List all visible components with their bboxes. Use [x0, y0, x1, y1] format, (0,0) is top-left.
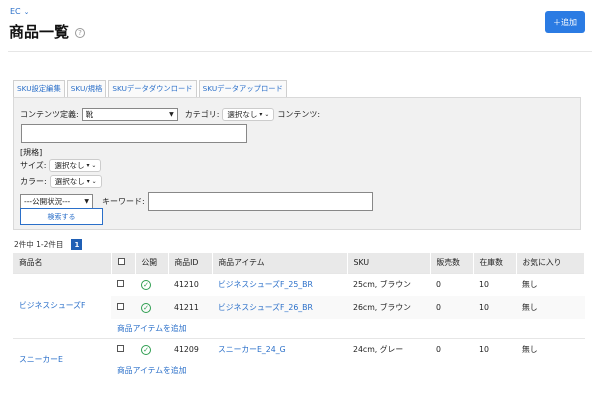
favorite-value: 無し [516, 272, 585, 296]
product-item-link[interactable]: ビジネスシューズF_26_BR [212, 296, 347, 319]
page-number-button[interactable]: 1 [71, 239, 83, 250]
product-id: 41209 [168, 337, 212, 361]
row-select-cell [111, 296, 135, 319]
add-item-link[interactable]: 商品アイテムを追加 [111, 361, 585, 380]
status-value: ---公開状況--- [24, 197, 71, 206]
sales-value: 0 [430, 272, 473, 296]
sku-value: 26cm, ブラウン [347, 296, 430, 319]
sales-value: 0 [430, 337, 473, 361]
status-select[interactable]: ---公開状況--- ▼ [20, 194, 93, 209]
public-cell: ✓ [135, 337, 168, 361]
stock-value: 10 [473, 272, 516, 296]
stock-value: 10 [473, 337, 516, 361]
tab-sku-upload[interactable]: SKUデータアップロード [198, 80, 287, 97]
row-checkbox[interactable] [117, 280, 124, 288]
col-public[interactable]: 公開 [135, 253, 169, 273]
public-cell: ✓ [135, 296, 168, 319]
row-checkbox[interactable] [117, 345, 124, 353]
chevron-down-icon: ▾ ⌄ [259, 111, 270, 118]
product-name-link[interactable]: ビジネスシューズF [13, 272, 111, 338]
tab-sku-download[interactable]: SKUデータダウンロード [108, 80, 197, 97]
product-id: 41211 [168, 296, 212, 319]
category-label: カテゴリ: [184, 110, 220, 119]
add-item-link[interactable]: 商品アイテムを追加 [111, 319, 585, 338]
keyword-input[interactable] [147, 192, 373, 211]
contents-def-value: 靴 [85, 110, 94, 119]
row-checkbox[interactable] [117, 303, 124, 310]
breadcrumb-label: EC [10, 7, 21, 16]
col-stock[interactable]: 在庫数 [473, 253, 517, 273]
product-name-link[interactable]: スニーカーE [13, 337, 111, 380]
contents-def-select[interactable]: 靴 ▼ [81, 108, 178, 121]
col-favorite[interactable]: お気に入り [516, 253, 585, 273]
tab-bar: SKU設定編集 SKU/規格 SKUデータダウンロード SKUデータアップロード [13, 80, 287, 97]
favorite-value: 無し [516, 337, 585, 361]
table-header-row: 商品名 公開 商品ID 商品アイテム SKU 販売数 在庫数 お気に入り [13, 253, 585, 273]
product-table: 商品名 公開 商品ID 商品アイテム SKU 販売数 在庫数 お気に入り ビジネ… [13, 253, 585, 380]
row-select-cell [111, 272, 135, 296]
row-select-cell [111, 337, 135, 361]
col-product-name[interactable]: 商品名 [13, 253, 112, 273]
header-divider [8, 51, 592, 52]
contents-def-label: コンテンツ定義: [20, 110, 79, 119]
favorite-value: 無し [516, 296, 585, 319]
page-title-wrap: 商品一覧 ? [9, 21, 86, 42]
page-title: 商品一覧 [9, 23, 70, 41]
chevron-down-icon: ▾ ⌄ [86, 162, 97, 169]
sales-value: 0 [430, 296, 473, 319]
product-item-link[interactable]: スニーカーE_24_G [212, 337, 347, 361]
chevron-down-icon: ▾ ⌄ [86, 178, 97, 185]
chevron-down-icon: ▼ [84, 198, 89, 205]
add-button[interactable]: ＋追加 [545, 11, 585, 33]
search-panel: コンテンツ定義: 靴 ▼ カテゴリ: 選択なし ▾ ⌄ コンテンツ定義: コンテ… [13, 97, 581, 230]
category-select[interactable]: 選択なし ▾ ⌄ [222, 108, 275, 121]
size-label: サイズ: [20, 161, 47, 170]
select-all-checkbox[interactable] [117, 258, 125, 266]
spec-label: [規格] [20, 148, 43, 157]
stock-value: 10 [473, 296, 516, 319]
col-product-item[interactable]: 商品アイテム [212, 253, 348, 273]
help-icon[interactable]: ? [75, 28, 86, 38]
keyword-label: キーワード: [102, 197, 145, 206]
col-sku[interactable]: SKU [347, 253, 431, 273]
contents-input[interactable] [21, 124, 247, 143]
color-select[interactable]: 選択なし ▾ ⌄ [49, 175, 102, 188]
sku-value: 24cm, グレー [347, 337, 430, 361]
col-select-all[interactable] [111, 253, 136, 273]
table-row: スニーカーE ✓ 41209 スニーカーE_24_G 24cm, グレー 0 1… [13, 337, 585, 380]
color-value: 選択なし [54, 177, 85, 186]
chevron-down-icon: ⌄ [23, 7, 30, 16]
public-cell: ✓ [135, 272, 168, 296]
breadcrumb[interactable]: EC ⌄ [10, 7, 30, 16]
pagination: 2件中 1-2件目 1 [14, 239, 83, 250]
size-select[interactable]: 選択なし ▾ ⌄ [49, 159, 102, 172]
sku-value: 25cm, ブラウン [347, 272, 430, 296]
tab-sku-spec[interactable]: SKU/規格 [66, 80, 107, 97]
category-value: 選択なし [227, 110, 258, 119]
tab-sku-settings[interactable]: SKU設定編集 [13, 80, 65, 97]
table-row: ビジネスシューズF ✓ 41210 ビジネスシューズF_25_BR 25cm, … [13, 272, 585, 338]
size-value: 選択なし [54, 161, 85, 170]
color-label: カラー: [20, 177, 47, 186]
col-product-id[interactable]: 商品ID [168, 253, 213, 273]
chevron-down-icon: ▼ [169, 111, 174, 118]
check-circle-icon: ✓ [141, 302, 151, 313]
search-button[interactable]: 検索する [20, 208, 103, 225]
product-item-link[interactable]: ビジネスシューズF_25_BR [212, 272, 347, 296]
check-circle-icon: ✓ [141, 279, 151, 290]
col-sales[interactable]: 販売数 [430, 253, 474, 273]
check-circle-icon: ✓ [141, 344, 151, 355]
result-summary: 2件中 1-2件目 [14, 240, 64, 249]
contents2-label: コンテンツ: [277, 110, 321, 119]
product-id: 41210 [168, 272, 212, 296]
